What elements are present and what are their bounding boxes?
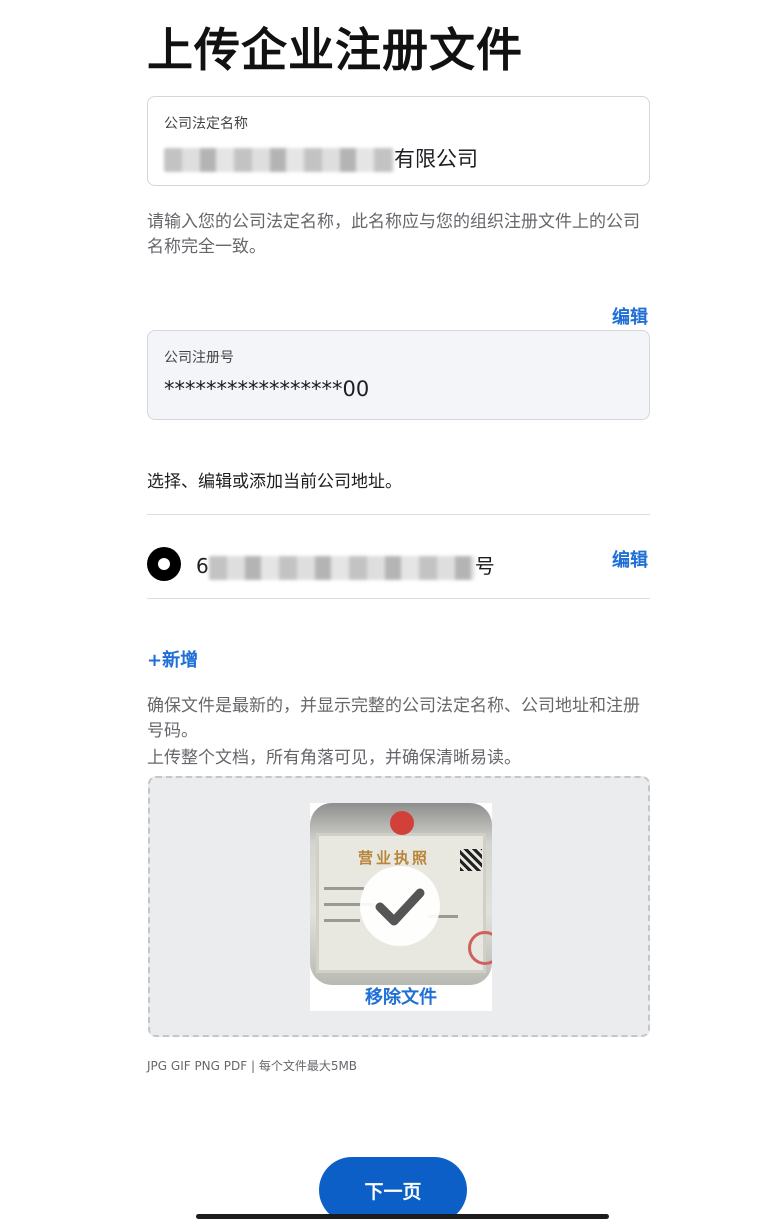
uploaded-file-card: 营业执照 移除文件 — [310, 803, 492, 1011]
registration-number-label: 公司注册号 — [164, 350, 234, 366]
home-indicator — [196, 1214, 609, 1219]
divider — [147, 514, 650, 515]
document-thumbnail: 营业执照 — [310, 803, 492, 985]
edit-registration-link[interactable]: 编辑 — [612, 303, 648, 329]
address-value: 6号 — [196, 550, 495, 580]
document-title: 营业执照 — [358, 849, 431, 867]
address-suffix: 号 — [474, 554, 495, 578]
registration-number-field: 公司注册号 *****************00 — [147, 330, 650, 420]
legal-name-suffix: 有限公司 — [394, 147, 478, 171]
next-page-button[interactable]: 下一页 — [319, 1157, 467, 1219]
legal-name-help: 请输入您的公司法定名称，此名称应与您的组织注册文件上的公司名称完全一致。 — [147, 212, 640, 257]
upload-instructions: 确保文件是最新的，并显示完整的公司法定名称、公司地址和注册号码。 — [147, 696, 640, 741]
emblem-icon — [390, 811, 414, 835]
divider — [147, 598, 650, 599]
check-icon — [360, 866, 440, 946]
upload-instructions-2: 上传整个文档，所有角落可见，并确保清晰易读。 — [147, 748, 521, 768]
address-prefix: 6 — [196, 554, 209, 578]
upload-dropzone[interactable]: 营业执照 移除文件 — [148, 776, 650, 1037]
add-address-link[interactable]: +新增 — [147, 646, 198, 672]
address-section-label: 选择、编辑或添加当前公司地址。 — [147, 472, 402, 492]
file-format-hint: JPG GIF PNG PDF | 每个文件最大5MB — [147, 1059, 358, 1073]
document-text-line — [324, 919, 360, 922]
document-text-line — [324, 887, 364, 890]
legal-name-label: 公司法定名称 — [164, 116, 248, 132]
legal-name-value: 有限公司 — [164, 143, 478, 173]
legal-name-field[interactable]: 公司法定名称 有限公司 — [147, 96, 650, 186]
registration-number-value: *****************00 — [164, 377, 370, 401]
address-radio-selected[interactable] — [147, 547, 181, 581]
redacted-text — [164, 148, 394, 172]
remove-file-link[interactable]: 移除文件 — [310, 983, 492, 1009]
radio-dot — [158, 558, 170, 570]
edit-address-link[interactable]: 编辑 — [612, 546, 648, 572]
redacted-text — [208, 555, 475, 580]
page-title: 上传企业注册文件 — [147, 23, 523, 77]
qr-code-icon — [460, 849, 482, 871]
upload-registration-page: 上传企业注册文件 公司法定名称 有限公司 请输入您的公司法定名称，此名称应与您的… — [0, 0, 765, 1219]
